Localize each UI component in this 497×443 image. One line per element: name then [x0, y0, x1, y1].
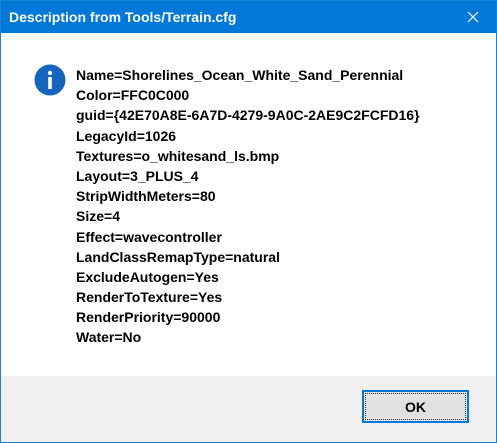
- message-line: Size=4: [76, 208, 120, 225]
- dialog-content: Name=Shorelines_Ocean_White_Sand_Perenni…: [1, 33, 496, 376]
- title-bar[interactable]: Description from Tools/Terrain.cfg: [1, 1, 496, 33]
- ok-button[interactable]: OK: [362, 390, 469, 423]
- message-line: Effect=wavecontroller: [76, 228, 222, 245]
- message-line: ExcludeAutogen=Yes: [76, 268, 219, 285]
- message-line: Water=No: [76, 329, 142, 346]
- message-line: Name=Shorelines_Ocean_White_Sand_Perenni…: [76, 67, 404, 83]
- close-button[interactable]: [450, 1, 496, 33]
- message-line: StripWidthMeters=80: [76, 188, 216, 205]
- message-dialog: Description from Tools/Terrain.cfg Name=…: [0, 0, 497, 443]
- message-line: RenderPriority=90000: [76, 309, 221, 326]
- message-line: RenderToTexture=Yes: [76, 289, 223, 306]
- info-icon: [34, 64, 66, 96]
- message-line: Textures=o_whitesand_ls.bmp: [76, 147, 280, 164]
- message-text: Name=Shorelines_Ocean_White_Sand_Perenni…: [76, 65, 420, 348]
- message-line: guid={42E70A8E-6A7D-4279-9A0C-2AE9C2FCFD…: [76, 107, 420, 124]
- message-line: LandClassRemapType=natural: [76, 248, 280, 265]
- message-line: Layout=3_PLUS_4: [76, 167, 199, 184]
- close-icon: [467, 11, 479, 23]
- button-area: OK: [1, 376, 496, 442]
- message-line: Color=FFC0C000: [76, 87, 190, 104]
- window-title: Description from Tools/Terrain.cfg: [9, 9, 237, 25]
- message-line: LegacyId=1026: [76, 127, 177, 144]
- ok-button-label: OK: [405, 398, 426, 415]
